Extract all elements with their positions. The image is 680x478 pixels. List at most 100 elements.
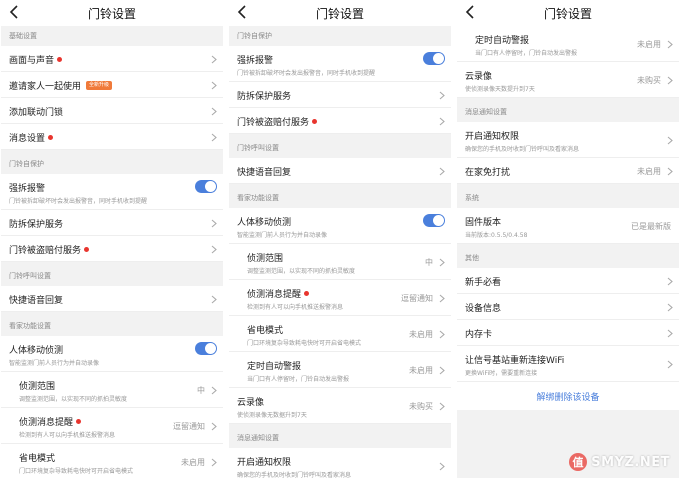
row-detect-remind[interactable]: 侦测消息提醒 检测到有人可以向手机推送报警消息 逗留通知 (229, 280, 451, 316)
chevron-right-icon (211, 386, 217, 395)
chevron-right-icon (439, 294, 445, 303)
row-subtitle: 当前版本:0.5.5/0.4.58 (465, 232, 528, 239)
row-subtitle: 当门口有人停留时，门铃自动发出警报 (247, 376, 350, 383)
row-timed-alarm[interactable]: 定时自动警报 当门口有人停留时，门铃自动发出警报 未启用 (229, 352, 451, 388)
chevron-right-icon (439, 402, 445, 411)
row-label: 设备信息 (465, 304, 502, 314)
section-header-system: 系统 (465, 194, 479, 202)
row-value: 未启用 (637, 167, 661, 176)
row-label: 在家免打扰 (465, 168, 511, 178)
chevron-right-icon (211, 81, 217, 90)
chevron-right-icon (439, 117, 445, 126)
row-message-settings[interactable]: 消息设置 (1, 124, 223, 150)
section-header-call: 门铃呼叫设置 (9, 272, 51, 280)
chevron-right-icon (667, 76, 673, 85)
row-device-info[interactable]: 设备信息 (457, 294, 679, 320)
row-quick-reply[interactable]: 快捷语音回复 (229, 158, 451, 184)
settings-screen-3: 门铃设置 定时自动警报 当门口有人停留时，门铃自动发出警报 未启用 云录像 使侦… (457, 0, 679, 478)
chevron-right-icon (211, 295, 217, 304)
row-label: 省电模式 (247, 326, 284, 336)
new-badge: 全新升级 (86, 81, 113, 90)
row-detect-range[interactable]: 侦测范围 调整监测范围，以实现不同的抓拍灵敏度 中 (229, 244, 451, 280)
red-dot-icon (76, 419, 82, 424)
row-subtitle: 检测到有人可以向手机推送报警消息 (247, 304, 344, 311)
row-label: 人体移动侦测 (237, 218, 292, 228)
row-screen-sound[interactable]: 画面与声音 (1, 46, 223, 72)
row-subtitle: 确保您的手机及时收到门铃呼叫及看家消息 (237, 472, 352, 478)
row-timed-alarm[interactable]: 定时自动警报 当门口有人停留时，门铃自动发出警报 未启用 (457, 26, 679, 62)
row-value: 已是最新版 (631, 222, 671, 231)
row-label: 定时自动警报 (247, 362, 302, 372)
row-notify-permission[interactable]: 开启通知权限 确保您的手机及时收到门铃呼叫及看家消息 (229, 448, 451, 478)
motion-detect-toggle[interactable] (195, 342, 217, 355)
svg-text:值: 值 (573, 455, 584, 469)
row-value: 未启用 (409, 330, 433, 339)
back-arrow-icon[interactable] (237, 5, 247, 19)
row-memory-card[interactable]: 内存卡 (457, 320, 679, 346)
row-cloud-recording[interactable]: 云录像 使侦测录像无数据升到7天 未购买 (229, 388, 451, 424)
back-arrow-icon[interactable] (9, 5, 19, 19)
back-arrow-icon[interactable] (465, 5, 475, 19)
row-label: 侦测消息提醒 (247, 290, 302, 300)
section-header-care: 看家功能设置 (9, 322, 51, 330)
row-value: 中 (425, 258, 433, 267)
row-firmware[interactable]: 固件版本 当前版本:0.5.5/0.4.58 已是最新版 (457, 208, 679, 244)
motion-detect-toggle[interactable] (423, 214, 445, 227)
row-subtitle: 确保您的手机及时收到门铃呼叫及看家消息 (465, 146, 580, 153)
row-label: 强拆报警 (9, 184, 46, 194)
row-theft-compensation[interactable]: 门铃被盗赔付服务 (1, 236, 223, 262)
row-label: 开启通知权限 (465, 132, 520, 142)
row-subtitle: 使侦测录像无数据升到7天 (237, 412, 307, 419)
row-label: 快捷语音回复 (237, 168, 292, 178)
row-motion-detect: 人体移动侦测 智能监测门前人员行为并自动录像 (229, 208, 451, 244)
row-invite-family[interactable]: 邀请家人一起使用 全新升级 (1, 72, 223, 98)
row-value: 未启用 (181, 458, 205, 467)
tamper-alarm-toggle[interactable] (195, 180, 217, 193)
row-subtitle: 当门口有人停留时，门铃自动发出警报 (475, 50, 578, 57)
chevron-right-icon (667, 277, 673, 286)
row-do-not-disturb[interactable]: 在家免打扰 未启用 (457, 158, 679, 184)
watermark: 值 SMYZ.NET (568, 452, 670, 472)
row-label: 开启通知权限 (237, 458, 292, 468)
row-anti-tamper-service[interactable]: 防拆保护服务 (1, 210, 223, 236)
row-add-lock[interactable]: 添加联动门锁 (1, 98, 223, 124)
row-detect-remind[interactable]: 侦测消息提醒 检测到有人可以向手机推送报警消息 逗留通知 (1, 408, 223, 444)
red-dot-icon (84, 247, 90, 252)
chevron-right-icon (211, 107, 217, 116)
row-power-save[interactable]: 省电模式 门口环境复杂导致耗电快时可开启省电模式 未启用 (229, 316, 451, 352)
chevron-right-icon (439, 91, 445, 100)
row-reconnect-wifi[interactable]: 让信号基站重新连接WiFi 更换WiFi时，需要重新连接 (457, 346, 679, 382)
section-header-basic: 基础设置 (9, 32, 37, 40)
chevron-right-icon (439, 258, 445, 267)
row-label: 内存卡 (465, 330, 493, 340)
row-label: 省电模式 (19, 454, 56, 464)
tamper-alarm-toggle[interactable] (423, 52, 445, 65)
chevron-right-icon (211, 422, 217, 431)
unbind-device-button[interactable]: 解绑删除该设备 (457, 382, 679, 410)
row-anti-tamper-service[interactable]: 防拆保护服务 (229, 82, 451, 108)
nav-bar: 门铃设置 (1, 0, 223, 26)
row-subtitle: 门铃被拆卸破坏时会发出报警音，同时手机收到提醒 (9, 198, 148, 205)
section-header-notify: 消息通知设置 (237, 434, 279, 442)
settings-screen-1: 门铃设置 基础设置 画面与声音 邀请家人一起使用 全新升级 添加联动门锁 消息设置… (1, 0, 223, 478)
row-subtitle: 更换WiFi时，需要重新连接 (465, 370, 538, 377)
row-label: 云录像 (237, 398, 265, 408)
section-header-protect: 门铃自保护 (237, 32, 272, 40)
row-power-save[interactable]: 省电模式 门口环境复杂导致耗电快时可开启省电模式 未启用 (1, 444, 223, 478)
row-quick-reply[interactable]: 快捷语音回复 (1, 286, 223, 312)
section-header-protect: 门铃自保护 (9, 160, 44, 168)
row-beginner-guide[interactable]: 新手必看 (457, 268, 679, 294)
chevron-right-icon (211, 219, 217, 228)
section-header-notify: 消息通知设置 (465, 108, 507, 116)
red-dot-icon (304, 291, 310, 296)
row-label: 定时自动警报 (475, 36, 530, 46)
row-notify-permission[interactable]: 开启通知权限 确保您的手机及时收到门铃呼叫及看家消息 (457, 122, 679, 158)
row-theft-compensation[interactable]: 门铃被盗赔付服务 (229, 108, 451, 134)
chevron-right-icon (439, 462, 445, 471)
row-detect-range[interactable]: 侦测范围 调整监测范围，以实现不同的抓拍灵敏度 中 (1, 372, 223, 408)
row-label: 防拆保护服务 (237, 92, 292, 102)
row-subtitle: 智能监测门前人员行为并自动录像 (237, 232, 328, 239)
row-subtitle: 检测到有人可以向手机推送报警消息 (19, 432, 116, 439)
chevron-right-icon (667, 303, 673, 312)
row-cloud-recording[interactable]: 云录像 使侦测录像天数提升到7天 未购买 (457, 62, 679, 98)
